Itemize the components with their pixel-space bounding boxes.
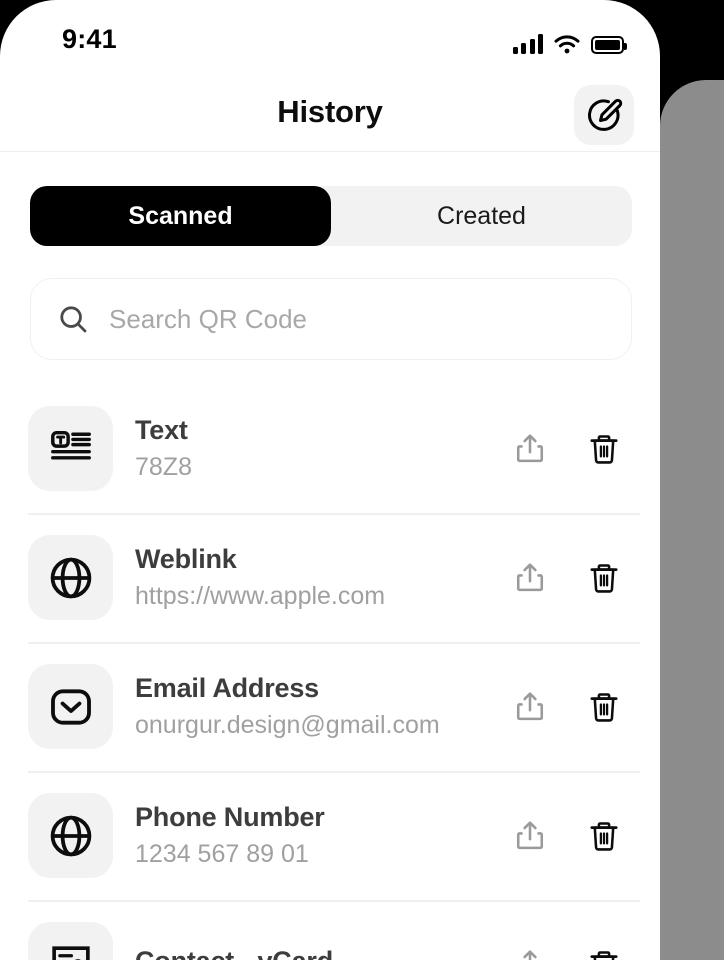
globe-icon — [50, 815, 91, 856]
search-icon — [60, 306, 87, 333]
table-row[interactable]: Email Address onurgur.design@gmail.com — [0, 642, 660, 771]
share-button[interactable] — [510, 943, 550, 960]
row-title: Email Address — [135, 673, 319, 703]
tab-scanned[interactable]: Scanned — [30, 186, 331, 246]
tab-created[interactable]: Created — [331, 186, 632, 246]
share-icon — [523, 949, 537, 960]
row-icon — [28, 664, 113, 749]
globe-icon — [50, 557, 91, 598]
delete-button[interactable] — [584, 814, 624, 858]
delete-button[interactable] — [584, 943, 624, 960]
row-subtitle: 78Z8 — [135, 453, 192, 481]
row-actions — [510, 556, 624, 600]
status-bar: 9:41 — [0, 0, 660, 74]
search-placeholder: Search QR Code — [109, 303, 307, 334]
wifi-icon — [554, 35, 580, 54]
share-icon — [516, 691, 544, 720]
status-icons — [512, 28, 627, 54]
status-time: 9:41 — [62, 24, 117, 54]
trash-icon — [590, 692, 618, 722]
delete-button[interactable] — [584, 556, 624, 600]
trash-icon — [590, 821, 618, 851]
row-actions — [510, 814, 624, 858]
share-button[interactable] — [510, 685, 550, 729]
row-text: Phone Number 1234 567 89 01 — [135, 802, 510, 869]
nav-bar: History — [0, 74, 660, 152]
row-text: Weblink https://www.apple.com — [135, 544, 510, 611]
row-icon — [28, 793, 113, 878]
page-title: History — [277, 94, 383, 129]
edit-pencil-circle-icon — [588, 98, 623, 131]
share-icon — [516, 433, 544, 462]
envelope-icon — [50, 688, 91, 725]
edit-button[interactable] — [574, 85, 634, 145]
phone-screen: 9:41 History Scanned Created Search QR C… — [0, 0, 660, 960]
cellular-signal-icon — [512, 34, 543, 54]
row-icon — [28, 922, 113, 960]
row-subtitle: onurgur.design@gmail.com — [135, 711, 440, 739]
table-row[interactable]: Phone Number 1234 567 89 01 — [0, 771, 660, 900]
row-subtitle: https://www.apple.com — [135, 582, 386, 610]
text-document-icon — [50, 430, 91, 460]
row-text: Text 78Z8 — [135, 415, 510, 482]
table-row[interactable]: Weblink https://www.apple.com — [0, 513, 660, 642]
table-row[interactable]: Text 78Z8 — [0, 384, 660, 513]
share-icon — [516, 562, 544, 591]
share-icon — [516, 820, 544, 849]
row-title: Text — [135, 415, 188, 445]
battery-icon — [591, 36, 627, 54]
contact-card-icon — [51, 945, 90, 960]
share-button[interactable] — [510, 556, 550, 600]
delete-button[interactable] — [584, 427, 624, 471]
row-title: Phone Number — [135, 802, 325, 832]
row-actions — [510, 943, 624, 960]
share-button[interactable] — [510, 814, 550, 858]
delete-button[interactable] — [584, 685, 624, 729]
background-panel — [660, 80, 724, 960]
history-list: Text 78Z8 Weblink https://www.apple.com … — [0, 384, 660, 960]
row-subtitle: 1234 567 89 01 — [135, 840, 309, 868]
trash-icon — [590, 434, 618, 464]
row-title: Contact - vCard — [135, 946, 510, 960]
row-actions — [510, 685, 624, 729]
row-actions — [510, 427, 624, 471]
row-text: Email Address onurgur.design@gmail.com — [135, 673, 510, 740]
table-row[interactable]: Contact - vCard — [0, 900, 660, 960]
screenshot-canvas: 9:41 History Scanned Created Search QR C… — [0, 0, 724, 960]
segmented-control[interactable]: Scanned Created — [30, 186, 632, 246]
row-icon — [28, 406, 113, 491]
trash-icon — [590, 563, 618, 593]
trash-icon — [590, 950, 618, 960]
search-field[interactable]: Search QR Code — [30, 278, 632, 360]
share-button[interactable] — [510, 427, 550, 471]
row-text: Contact - vCard — [135, 946, 510, 960]
row-icon — [28, 535, 113, 620]
row-title: Weblink — [135, 544, 237, 574]
